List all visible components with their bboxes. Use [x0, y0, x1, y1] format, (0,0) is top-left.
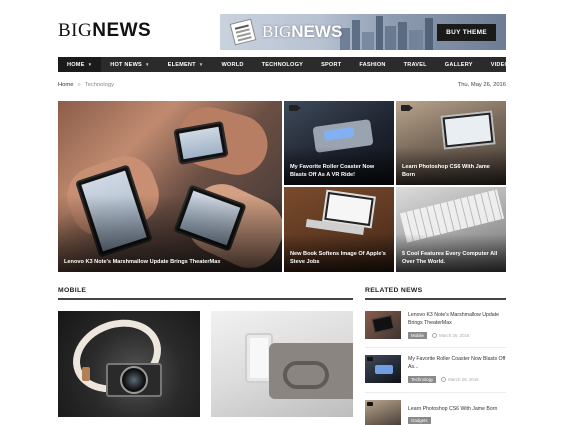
- hero-tile-article[interactable]: 5 Cool Features Every Computer All Over …: [396, 187, 506, 272]
- banner-logo: BIGNEWS: [262, 22, 342, 42]
- breadcrumb-home-link[interactable]: Home: [58, 82, 73, 88]
- related-news-heading: RELATED NEWS: [365, 287, 423, 294]
- video-camera-icon: [401, 105, 413, 111]
- nav-label: ELEMENT: [167, 61, 196, 68]
- hero-tile-caption[interactable]: My Favorite Roller Coaster Now Blasts Of…: [290, 163, 388, 179]
- smartphone-graphic: [371, 315, 395, 333]
- mobile-section-heading: MOBILE: [58, 287, 87, 294]
- related-news-date: March 26, 2016: [438, 333, 470, 338]
- hero-tile-article[interactable]: My Favorite Roller Coaster Now Blasts Of…: [284, 101, 394, 185]
- current-date: Thu, May 26, 2016: [457, 82, 506, 88]
- clock-icon: [431, 333, 437, 338]
- related-news-meta: Technology March 26, 2016: [408, 376, 479, 383]
- related-news-title[interactable]: My Favorite Roller Coaster Now Blasts Of…: [408, 356, 506, 371]
- related-news-item[interactable]: My Favorite Roller Coaster Now Blasts Of…: [365, 355, 506, 393]
- buy-theme-button[interactable]: BUY THEME: [437, 24, 496, 41]
- breadcrumb-current: Technology: [84, 82, 115, 88]
- nav-item-hot-news[interactable]: HOT NEWS ▼: [101, 62, 158, 68]
- category-badge[interactable]: Gadgets: [408, 417, 431, 424]
- header-banner-ad[interactable]: BIGNEWS BUY THEME: [220, 14, 506, 50]
- nav-label: HOT NEWS: [110, 61, 142, 68]
- nav-item-fashion[interactable]: FASHION: [350, 62, 394, 68]
- related-news-title[interactable]: Learn Photoshop CS6 With Jame Born: [408, 406, 506, 414]
- nav-label: HOME: [67, 61, 85, 68]
- banner-logo-light: BIG: [262, 22, 292, 41]
- video-camera-icon: [367, 402, 373, 406]
- video-camera-icon: [367, 357, 373, 361]
- hero-tile-article[interactable]: New Book Softens Image Of Apple's Steve …: [284, 187, 394, 272]
- nav-item-sport[interactable]: SPORT: [312, 62, 350, 68]
- nav-item-technology[interactable]: TECHNOLOGY: [253, 62, 312, 68]
- related-news-separator: [365, 347, 506, 348]
- banner-logo-bold: NEWS: [291, 22, 343, 41]
- related-news-thumbnail[interactable]: [365, 311, 401, 339]
- main-navigation: HOME ▼ HOT NEWS ▼ ELEMENT ▼ WORLD TECHNOLOG…: [58, 57, 513, 72]
- hero-tile-caption[interactable]: 5 Cool Features Every Computer All Over …: [402, 250, 500, 266]
- nav-item-travel[interactable]: TRAVEL: [395, 62, 436, 68]
- mobile-article-image[interactable]: [211, 311, 353, 417]
- nav-item-world[interactable]: WORLD: [212, 62, 252, 68]
- hero-main-caption[interactable]: Lenovo K3 Note's Marshmallow Update Brin…: [64, 258, 276, 266]
- related-news-date: March 26, 2016: [448, 377, 479, 382]
- chevron-down-icon: ▼: [198, 62, 204, 67]
- related-news-item[interactable]: Learn Photoshop CS6 With Jame Born Gadge…: [365, 400, 506, 425]
- hero-tile-article[interactable]: Learn Photoshop CS6 With Jame Born: [396, 101, 506, 185]
- camera-tag-graphic: [82, 367, 90, 381]
- hero-tile-caption[interactable]: Learn Photoshop CS6 With Jame Born: [402, 163, 500, 179]
- laptop-graphic: [440, 110, 496, 150]
- video-camera-icon: [289, 105, 301, 111]
- logo-bold-text: NEWS: [92, 20, 152, 41]
- logo-light-text: BIG: [58, 20, 93, 41]
- hero-tile-caption[interactable]: New Book Softens Image Of Apple's Steve …: [290, 250, 388, 266]
- related-news-thumbnail[interactable]: [365, 355, 401, 383]
- related-news-meta: Gadgets: [408, 417, 436, 424]
- related-news-separator: [365, 392, 506, 393]
- nav-item-gallery[interactable]: GALLERY: [436, 62, 482, 68]
- site-logo[interactable]: BIGNEWS: [58, 20, 151, 42]
- category-badge[interactable]: Technology: [408, 376, 437, 383]
- related-news-meta: Mobile March 26, 2016: [408, 332, 469, 339]
- mobile-article-image[interactable]: [58, 311, 200, 417]
- camera-lens-graphic: [120, 366, 148, 394]
- breadcrumb: Home » Technology: [58, 82, 114, 88]
- related-news-thumbnail[interactable]: [365, 400, 401, 425]
- clock-icon: [441, 377, 447, 382]
- chevron-down-icon: ▼: [87, 62, 93, 67]
- vr-device-graphic: [375, 365, 393, 374]
- breadcrumb-separator: »: [77, 82, 81, 88]
- related-news-title[interactable]: Lenovo K3 Note's Marshmallow Update Brin…: [408, 312, 506, 327]
- mobile-section-divider: [58, 298, 353, 300]
- hero-main-article[interactable]: Lenovo K3 Note's Marshmallow Update Brin…: [58, 101, 282, 272]
- bag-strap-graphic: [283, 361, 329, 389]
- category-badge[interactable]: Mobile: [408, 332, 427, 339]
- nav-item-videos[interactable]: VIDEOS: [482, 62, 522, 68]
- nav-item-home[interactable]: HOME ▼: [58, 57, 102, 72]
- related-news-item[interactable]: Lenovo K3 Note's Marshmallow Update Brin…: [365, 311, 506, 349]
- nav-item-element[interactable]: ELEMENT ▼: [159, 62, 213, 68]
- chevron-down-icon: ▼: [145, 62, 150, 67]
- related-news-divider: [365, 298, 506, 300]
